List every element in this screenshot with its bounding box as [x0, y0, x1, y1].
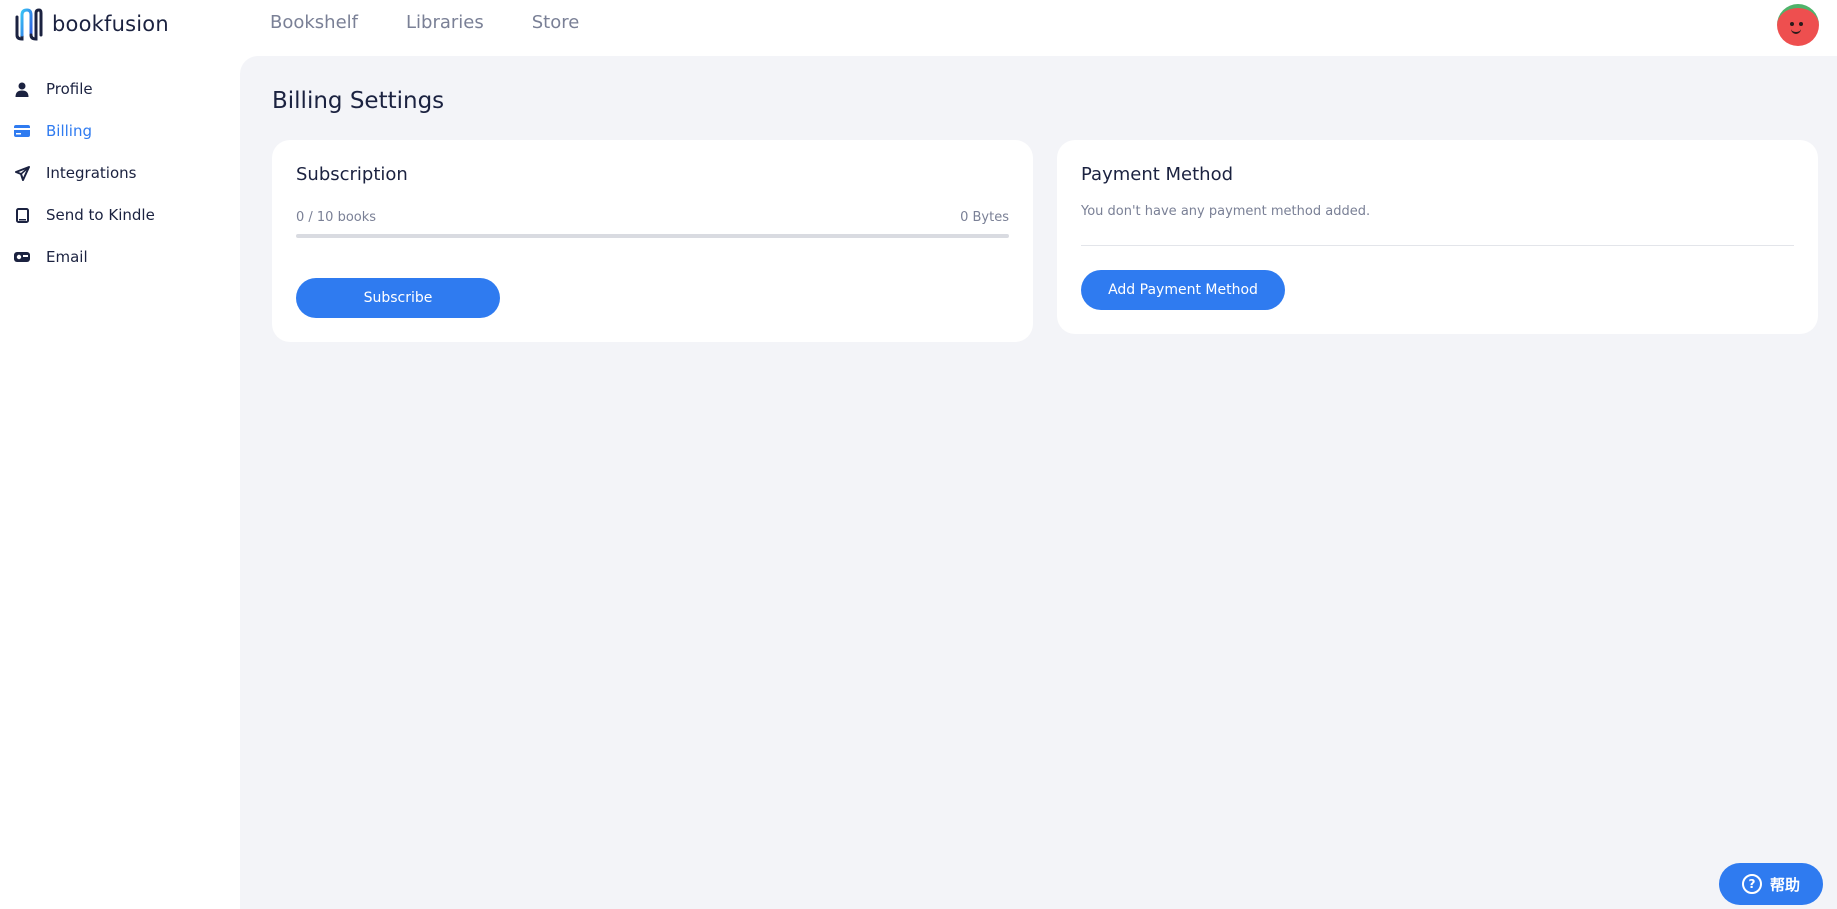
page-title: Billing Settings: [272, 88, 445, 114]
usage-progress-bar: [296, 234, 1009, 238]
sidebar-item-label: Profile: [46, 80, 93, 98]
logo-text: bookfusion: [52, 12, 169, 36]
logo[interactable]: bookfusion: [14, 7, 169, 41]
top-bar: bookfusion Bookshelf Libraries Store: [0, 0, 1837, 56]
add-payment-method-button[interactable]: Add Payment Method: [1081, 270, 1285, 310]
avatar-eye-right: [1799, 22, 1803, 26]
help-button[interactable]: ? 帮助: [1719, 863, 1823, 905]
usage-size: 0 Bytes: [960, 210, 1009, 225]
usage-books: 0 / 10 books: [296, 210, 377, 225]
payment-method-card: Payment Method You don't have any paymen…: [1057, 140, 1818, 334]
sidebar-item-label: Email: [46, 248, 88, 266]
subscription-card: Subscription 0 / 10 books 0 Bytes Subscr…: [272, 140, 1033, 342]
user-icon: [14, 81, 30, 97]
question-circle-icon: ?: [1741, 874, 1762, 894]
avatar-mouth: [1791, 29, 1801, 34]
bookfusion-logo-icon: [15, 8, 43, 41]
sidebar-item-send-to-kindle[interactable]: Send to Kindle: [0, 194, 240, 236]
help-label: 帮助: [1769, 875, 1800, 894]
sidebar-item-label: Billing: [46, 122, 92, 140]
subscribe-button[interactable]: Subscribe: [296, 278, 500, 318]
sidebar-item-label: Integrations: [46, 164, 137, 182]
sidebar-item-email[interactable]: Email: [0, 236, 240, 278]
payment-method-message: You don't have any payment method added.: [1081, 204, 1371, 219]
mailbox-icon: [14, 249, 30, 265]
sidebar-item-label: Send to Kindle: [46, 206, 155, 224]
tablet-icon: [14, 207, 30, 223]
main-content: Billing Settings Subscription 0 / 10 boo…: [240, 56, 1837, 909]
sidebar-item-billing[interactable]: Billing: [0, 110, 240, 152]
nav-libraries[interactable]: Libraries: [406, 12, 484, 33]
nav-store[interactable]: Store: [532, 12, 580, 33]
credit-card-icon: [14, 123, 30, 139]
send-icon: [14, 165, 30, 181]
sidebar-item-profile[interactable]: Profile: [0, 68, 240, 110]
top-nav: Bookshelf Libraries Store: [270, 12, 579, 33]
avatar-eye-left: [1790, 22, 1794, 26]
subscription-title: Subscription: [296, 164, 408, 185]
settings-sidebar: Profile Billing Integrations Send to Kin…: [0, 56, 240, 909]
divider: [1081, 245, 1794, 246]
sidebar-item-integrations[interactable]: Integrations: [0, 152, 240, 194]
payment-method-title: Payment Method: [1081, 164, 1234, 185]
user-avatar[interactable]: [1777, 4, 1819, 46]
nav-bookshelf[interactable]: Bookshelf: [270, 12, 358, 33]
